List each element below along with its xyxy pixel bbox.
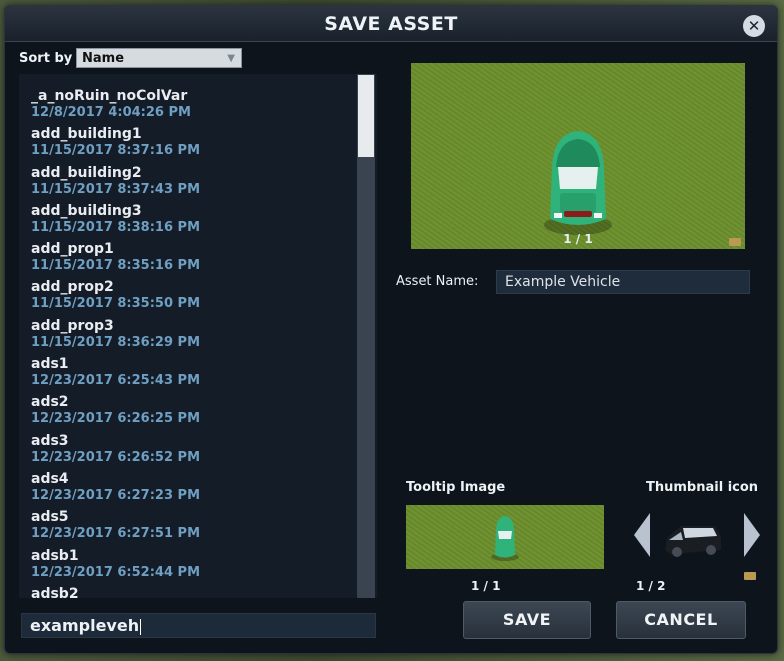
cancel-button[interactable]: CANCEL <box>616 601 746 639</box>
asset-list-item[interactable]: ads4 12/23/2017 6:27:23 PM <box>31 471 349 509</box>
tooltip-image-label: Tooltip Image <box>406 480 506 495</box>
asset-list-item[interactable]: ads3 12/23/2017 6:26:52 PM <box>31 433 349 471</box>
asset-item-date: 11/15/2017 8:37:16 PM <box>31 143 200 159</box>
asset-item-name: ads1 <box>31 356 69 373</box>
asset-item-date: 11/15/2017 8:36:29 PM <box>31 334 200 350</box>
asset-item-name: add_prop3 <box>31 317 114 334</box>
asset-item-name: add_building1 <box>31 126 142 143</box>
asset-list-item[interactable]: add_prop1 11/15/2017 8:35:16 PM <box>31 241 349 279</box>
sort-by-label: Sort by <box>19 51 73 66</box>
dialog-header: SAVE ASSET ✕ <box>5 6 777 42</box>
asset-name-value: Example Vehicle <box>505 274 621 290</box>
asset-list-item[interactable]: ads1 12/23/2017 6:25:43 PM <box>31 356 349 394</box>
vehicle-preview-image <box>544 131 612 235</box>
asset-list-item[interactable]: adsb2 <box>31 586 349 598</box>
asset-item-name: ads5 <box>31 509 69 526</box>
scrollbar[interactable] <box>357 74 375 598</box>
asset-list-item[interactable]: ads5 12/23/2017 6:27:51 PM <box>31 509 349 547</box>
asset-list-item[interactable]: add_prop3 11/15/2017 8:36:29 PM <box>31 318 349 356</box>
asset-item-date: 11/15/2017 8:35:50 PM <box>31 296 200 312</box>
asset-item-name: add_building2 <box>31 164 142 181</box>
asset-item-name: ads4 <box>31 470 69 487</box>
asset-item-name: add_prop1 <box>31 241 114 258</box>
asset-item-name: adsb2 <box>31 585 79 598</box>
asset-item-date: 11/15/2017 8:38:16 PM <box>31 219 200 235</box>
folder-icon[interactable] <box>729 238 741 246</box>
asset-list[interactable]: _a_noRuin_noColVar 12/8/2017 4:04:26 PM ad… <box>19 74 377 598</box>
thumbnail-counter: 1 / 2 <box>636 579 666 593</box>
filename-value: exampleveh <box>30 616 140 635</box>
asset-name-field[interactable]: Example Vehicle <box>496 270 750 294</box>
preview-image[interactable]: 1 / 1 <box>411 63 745 249</box>
dialog-title: SAVE ASSET <box>324 13 458 35</box>
asset-list-item[interactable]: add_building1 11/15/2017 8:37:16 PM <box>31 126 349 164</box>
asset-item-date: 12/8/2017 4:04:26 PM <box>31 105 191 120</box>
folder-icon[interactable] <box>744 572 756 580</box>
scrollbar-thumb[interactable] <box>358 75 374 157</box>
asset-list-item[interactable]: _a_noRuin_noColVar 12/8/2017 4:04:26 PM <box>31 88 349 126</box>
asset-item-date: 12/23/2017 6:25:43 PM <box>31 373 200 389</box>
asset-name-label: Asset Name: <box>396 274 479 289</box>
thumbnail-icon-label: Thumbnail icon <box>646 480 759 495</box>
save-button[interactable]: SAVE <box>463 601 591 639</box>
asset-item-name: _a_noRuin_noColVar <box>31 88 188 104</box>
preview-counter: 1 / 1 <box>563 232 593 246</box>
asset-item-date: 11/15/2017 8:35:16 PM <box>31 258 200 274</box>
asset-item-date: 12/23/2017 6:27:23 PM <box>31 487 200 503</box>
thumbnail-vehicle-icon <box>665 526 721 557</box>
asset-list-items: _a_noRuin_noColVar 12/8/2017 4:04:26 PM ad… <box>31 88 349 598</box>
asset-list-item[interactable]: adsb1 12/23/2017 6:52:44 PM <box>31 548 349 586</box>
arrow-right-icon[interactable] <box>742 511 762 559</box>
asset-item-date: 12/23/2017 6:52:44 PM <box>31 564 200 580</box>
chevron-down-icon: ▼ <box>227 53 235 64</box>
save-asset-dialog: SAVE ASSET ✕ Sort by Name ▼ _a_noRuin_no… <box>4 5 778 654</box>
asset-list-item[interactable]: add_building2 11/15/2017 8:37:43 PM <box>31 165 349 203</box>
close-icon[interactable]: ✕ <box>743 15 765 37</box>
tooltip-vehicle-image <box>491 516 519 561</box>
asset-list-item[interactable]: add_prop2 11/15/2017 8:35:50 PM <box>31 279 349 317</box>
sort-dropdown[interactable]: Name ▼ <box>76 48 242 68</box>
asset-item-date: 12/23/2017 6:27:51 PM <box>31 526 200 542</box>
asset-item-name: ads2 <box>31 394 69 411</box>
sort-selected-value: Name <box>82 51 125 66</box>
asset-item-date: 12/23/2017 6:26:25 PM <box>31 411 200 427</box>
tooltip-counter: 1 / 1 <box>471 579 501 593</box>
asset-list-item[interactable]: ads2 12/23/2017 6:26:25 PM <box>31 394 349 432</box>
arrow-left-icon[interactable] <box>632 511 652 559</box>
asset-list-item[interactable]: add_building3 11/15/2017 8:38:16 PM <box>31 203 349 241</box>
tooltip-image[interactable] <box>406 505 604 569</box>
text-caret <box>140 618 142 635</box>
asset-item-name: add_building3 <box>31 202 142 219</box>
asset-item-date: 11/15/2017 8:37:43 PM <box>31 181 200 197</box>
asset-item-name: ads3 <box>31 432 69 449</box>
asset-item-name: adsb1 <box>31 547 79 564</box>
filename-input[interactable]: exampleveh <box>21 613 376 638</box>
asset-item-date: 12/23/2017 6:26:52 PM <box>31 449 200 465</box>
asset-item-name: add_prop2 <box>31 279 114 296</box>
